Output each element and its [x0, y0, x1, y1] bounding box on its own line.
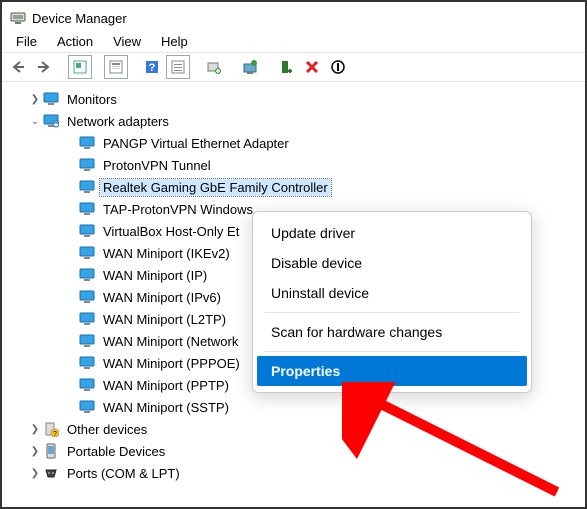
back-button[interactable]	[6, 55, 30, 79]
network-adapter-icon	[42, 112, 60, 130]
tree-label: Network adapters	[64, 113, 172, 130]
help-button[interactable]: ?	[140, 55, 164, 79]
context-menu-scan[interactable]: Scan for hardware changes	[257, 317, 527, 347]
tree-label: VirtualBox Host-Only Et	[100, 223, 242, 240]
chevron-right-icon[interactable]: ❯	[28, 94, 42, 105]
tree-node-adapter-selected[interactable]: Realtek Gaming GbE Family Controller	[10, 176, 585, 198]
tree-label: Ports (COM & LPT)	[64, 465, 183, 482]
menu-help[interactable]: Help	[153, 32, 196, 51]
chevron-right-icon[interactable]: ❯	[28, 468, 42, 479]
other-devices-icon: ?	[42, 420, 60, 438]
scan-hardware-button[interactable]	[202, 55, 226, 79]
ports-icon	[42, 464, 60, 482]
context-menu-separator	[265, 351, 519, 352]
context-menu: Update driver Disable device Uninstall d…	[252, 211, 532, 393]
tree-label: WAN Miniport (Network	[100, 333, 241, 350]
menu-action[interactable]: Action	[49, 32, 101, 51]
tree-label: Monitors	[64, 91, 120, 108]
context-menu-properties[interactable]: Properties	[257, 356, 527, 386]
menu-view[interactable]: View	[105, 32, 149, 51]
tree-node-portable-devices[interactable]: ❯ Portable Devices	[10, 440, 585, 462]
tree-node-adapter[interactable]: WAN Miniport (SSTP)	[10, 396, 585, 418]
context-menu-update-driver[interactable]: Update driver	[257, 218, 527, 248]
enable-device-button[interactable]	[274, 55, 298, 79]
menu-file[interactable]: File	[8, 32, 45, 51]
chevron-right-icon[interactable]: ❯	[28, 446, 42, 457]
tree-label: ProtonVPN Tunnel	[100, 157, 214, 174]
context-menu-disable-device[interactable]: Disable device	[257, 248, 527, 278]
tree-label: WAN Miniport (L2TP)	[100, 311, 229, 328]
network-adapter-icon	[78, 244, 96, 262]
tree-label: WAN Miniport (IPv6)	[100, 289, 224, 306]
network-adapter-icon	[78, 398, 96, 416]
svg-text:?: ?	[149, 62, 156, 74]
monitor-icon	[42, 90, 60, 108]
show-hidden-button[interactable]	[68, 55, 92, 79]
network-adapter-icon	[78, 354, 96, 372]
network-adapter-icon	[78, 332, 96, 350]
menubar: File Action View Help	[2, 30, 585, 52]
tree-label: PANGP Virtual Ethernet Adapter	[100, 135, 292, 152]
tree-label: WAN Miniport (SSTP)	[100, 399, 232, 416]
toolbar: ?	[2, 52, 585, 82]
context-menu-separator	[265, 312, 519, 313]
disable-device-button[interactable]	[326, 55, 350, 79]
tree-label: Realtek Gaming GbE Family Controller	[100, 179, 331, 196]
tree-node-adapter[interactable]: PANGP Virtual Ethernet Adapter	[10, 132, 585, 154]
titlebar: Device Manager	[2, 2, 585, 30]
tree-node-monitors[interactable]: ❯ Monitors	[10, 88, 585, 110]
properties-button[interactable]	[104, 55, 128, 79]
tree-label: TAP-ProtonVPN Windows	[100, 201, 256, 218]
window-title: Device Manager	[32, 11, 127, 26]
network-adapter-icon	[78, 222, 96, 240]
action-list-button[interactable]	[166, 55, 190, 79]
tree-node-adapter[interactable]: ProtonVPN Tunnel	[10, 154, 585, 176]
tree-label: WAN Miniport (IP)	[100, 267, 210, 284]
tree-label: WAN Miniport (IKEv2)	[100, 245, 233, 262]
chevron-right-icon[interactable]: ❯	[28, 424, 42, 435]
update-driver-button[interactable]	[238, 55, 262, 79]
tree-label: WAN Miniport (PPPOE)	[100, 355, 243, 372]
network-adapter-icon	[78, 376, 96, 394]
network-adapter-icon	[78, 266, 96, 284]
tree-label: Portable Devices	[64, 443, 168, 460]
network-adapter-icon	[78, 310, 96, 328]
context-menu-uninstall-device[interactable]: Uninstall device	[257, 278, 527, 308]
tree-node-ports[interactable]: ❯ Ports (COM & LPT)	[10, 462, 585, 484]
network-adapter-icon	[78, 156, 96, 174]
tree-label: Other devices	[64, 421, 150, 438]
network-adapter-icon	[78, 200, 96, 218]
network-adapter-icon	[78, 134, 96, 152]
network-adapter-icon	[78, 288, 96, 306]
device-manager-icon	[10, 10, 26, 26]
svg-text:?: ?	[53, 431, 57, 437]
uninstall-device-button[interactable]	[300, 55, 324, 79]
network-adapter-icon	[78, 178, 96, 196]
portable-device-icon	[42, 442, 60, 460]
tree-node-network-adapters[interactable]: ⌄ Network adapters	[10, 110, 585, 132]
tree-node-other-devices[interactable]: ❯ ? Other devices	[10, 418, 585, 440]
forward-button[interactable]	[32, 55, 56, 79]
tree-label: WAN Miniport (PPTP)	[100, 377, 232, 394]
chevron-down-icon[interactable]: ⌄	[28, 116, 42, 127]
